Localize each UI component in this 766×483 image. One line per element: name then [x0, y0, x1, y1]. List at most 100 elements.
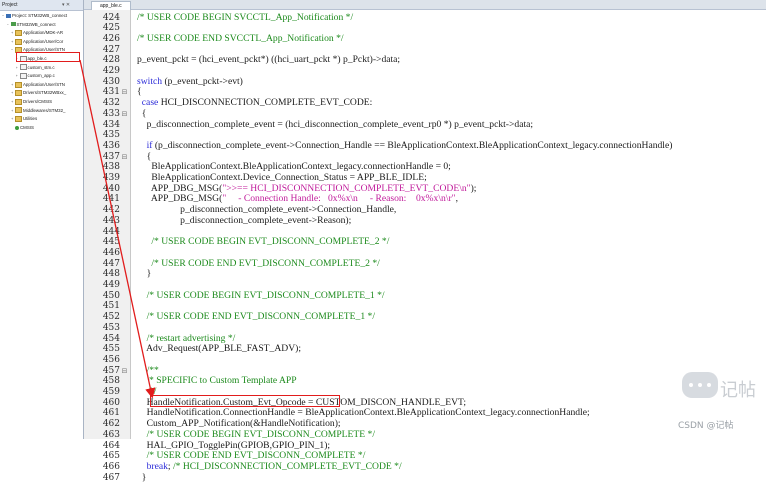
tree-item-label: CMSIS	[20, 124, 34, 130]
code-token-plain: HandleNotification.ConnectionHandle = Bl…	[137, 407, 590, 419]
code-token-plain: APP_DBG_MSG(	[137, 193, 223, 205]
line-number: 448	[102, 269, 120, 280]
tree-item[interactable]: + Drivers/STM32WBxx_	[11, 89, 83, 97]
tree-item[interactable]: + Application/User/STN	[11, 81, 83, 89]
code-token-comment: /* USER CODE BEGIN EVT_DISCONN_COMPLETE_…	[137, 289, 385, 301]
code-token-plain: }	[137, 268, 152, 280]
line-number: 460	[102, 397, 120, 408]
code-token-comment: /* HCI_DISCONNECTION_COMPLETE_EVT_CODE *…	[172, 460, 402, 472]
line-number: 466	[102, 461, 120, 472]
editor-tab-bar: app_ble.c	[84, 0, 766, 10]
tree-item-label: Drivers/CMSIS	[23, 99, 53, 104]
line-number: 436	[102, 140, 120, 151]
code-line[interactable]: /* USER CODE END EVT_DISCONN_COMPLETE_2 …	[137, 258, 379, 270]
line-number: 441	[102, 194, 120, 205]
tab-app-ble-c[interactable]: app_ble.c	[91, 1, 131, 10]
code-line[interactable]: p_disconnection_complete_event->Reason);	[137, 215, 351, 227]
fold-icon[interactable]: ⊟	[121, 87, 128, 98]
tree-item[interactable]: + Application/MDK-AR	[11, 29, 83, 37]
line-number: 444	[102, 226, 120, 237]
code-token-plain: APP_DBG_MSG(	[137, 182, 223, 194]
tree-item[interactable]: CMSIS	[11, 124, 83, 132]
line-number: 453	[102, 322, 120, 333]
code-token-string: " - Connection Handle: 0x%x\n - Reason: …	[222, 193, 456, 205]
line-number: 432	[102, 98, 120, 109]
code-token-comment: * SPECIFIC to Custom Template APP	[137, 375, 297, 387]
fold-icon[interactable]: ⊟	[121, 109, 128, 120]
tree-item[interactable]: + custom_stm.c	[16, 64, 84, 72]
line-number: 445	[102, 237, 120, 248]
code-token-comment: /* USER CODE BEGIN EVT_DISCONN_COMPLETE_…	[137, 236, 390, 248]
code-token-plain: Adv_Request(APP_BLE_FAST_ADV);	[137, 343, 301, 355]
folder-icon	[15, 30, 22, 37]
code-line[interactable]: /* USER CODE BEGIN SVCCTL_App_Notificati…	[137, 12, 353, 24]
tree-item-label: custom_app.c	[27, 73, 55, 79]
code-token-keyword: case	[141, 97, 159, 109]
tree-item[interactable]: + Utilities	[11, 115, 83, 123]
code-token-comment: /* USER CODE BEGIN EVT_DISCONN_COMPLETE …	[137, 428, 375, 440]
code-line[interactable]: }	[137, 268, 152, 280]
chat-bubble-icon	[682, 372, 718, 398]
fold-icon[interactable]: ⊟	[121, 366, 128, 377]
code-line[interactable]: /* USER CODE BEGIN EVT_DISCONN_COMPLETE_…	[137, 289, 385, 302]
code-line[interactable]: Adv_Request(APP_BLE_FAST_ADV);	[137, 343, 301, 355]
code-token-plain: p_disconnection_complete_event = (hci_di…	[137, 118, 534, 130]
code-token-comment: /* USER CODE END EVT_DISCONN_COMPLETE_1 …	[137, 311, 375, 323]
code-line[interactable]: /* USER CODE END SVCCTL_App_Notification…	[137, 32, 344, 45]
folder-icon	[15, 107, 22, 114]
tree-item[interactable]: + custom_app.c	[16, 72, 84, 80]
folder-icon	[15, 98, 22, 105]
code-line[interactable]: switch (p_event_pckt->evt)	[137, 75, 243, 88]
tree-item-label: STM32WB_connect	[16, 21, 56, 27]
panel-controls[interactable]: ▾ ✕	[62, 0, 70, 10]
folder-icon	[15, 38, 22, 45]
line-number: 433	[102, 108, 120, 119]
line-number: 426	[102, 33, 120, 44]
code-line[interactable]: /* USER CODE END EVT_DISCONN_COMPLETE_1 …	[137, 311, 375, 323]
line-number: 461	[102, 408, 120, 419]
folder-icon	[15, 90, 22, 97]
tree-item-label: Application/User/STN	[23, 81, 65, 87]
code-token-plain: (p_event_pckt->evt)	[162, 75, 243, 87]
code-token-plain: {	[137, 107, 147, 119]
code-line[interactable]: * SPECIFIC to Custom Template APP	[137, 375, 297, 387]
line-number: 430	[102, 76, 120, 87]
line-number: 454	[102, 333, 120, 344]
line-number: 443	[102, 215, 120, 226]
code-line[interactable]: if (p_disconnection_complete_event->Conn…	[137, 139, 673, 152]
project-icon	[6, 13, 11, 18]
tree-item[interactable]: + Drivers/CMSIS	[11, 98, 83, 106]
line-number: 465	[102, 451, 120, 462]
code-token-keyword: switch	[137, 75, 163, 87]
code-token-plain: {	[137, 150, 152, 162]
fold-icon[interactable]: ⊟	[121, 152, 128, 163]
c-file-icon	[19, 64, 27, 71]
tree-item-label: Application/User/Cor	[23, 38, 64, 44]
tree-item-label: Drivers/STM32WBxx_	[23, 90, 67, 96]
tree-item-label: Utilities	[23, 116, 38, 122]
code-token-plain: p_disconnection_complete_event->Connecti…	[137, 204, 397, 216]
code-line[interactable]: }	[137, 472, 147, 483]
code-line[interactable]: /* USER CODE BEGIN EVT_DISCONN_COMPLETE_…	[137, 236, 390, 248]
tree-item-label: Middlewares/STM32_	[23, 107, 66, 113]
code-line[interactable]: case HCI_DISCONNECTION_COMPLETE_EVT_CODE…	[137, 97, 373, 109]
tree-item[interactable]: − STM32WB_connect	[7, 21, 84, 29]
code-token-plain: (p_disconnection_complete_event->Connect…	[152, 139, 673, 151]
watermark: 记帖 CSDN @记帖	[672, 368, 766, 439]
tree-item-label: Application/MDK-AR	[23, 30, 64, 36]
tree-item[interactable]: − Project: STM32WB_connect	[2, 12, 83, 20]
code-line[interactable]: p_event_pckt = (hci_event_pckt*) ((hci_u…	[137, 54, 400, 66]
code-token-comment: /* USER CODE END SVCCTL_App_Notification…	[137, 32, 344, 44]
c-file-icon	[19, 73, 27, 80]
line-number: 467	[102, 472, 120, 483]
tree-item[interactable]: + Application/User/Cor	[11, 38, 83, 46]
line-number: 451	[102, 301, 120, 312]
annotation-highlight-code	[150, 395, 340, 407]
code-token-plain: Custom_APP_Notification(&HandleNotificat…	[137, 418, 341, 430]
tree-item[interactable]: + Middlewares/STM32_	[11, 107, 83, 115]
code-line[interactable]: p_disconnection_complete_event = (hci_di…	[137, 118, 534, 131]
watermark-title: 记帖	[720, 380, 756, 401]
code-line[interactable]: break; /* HCI_DISCONNECTION_COMPLETE_EVT…	[137, 460, 402, 473]
line-number: 435	[102, 130, 120, 141]
